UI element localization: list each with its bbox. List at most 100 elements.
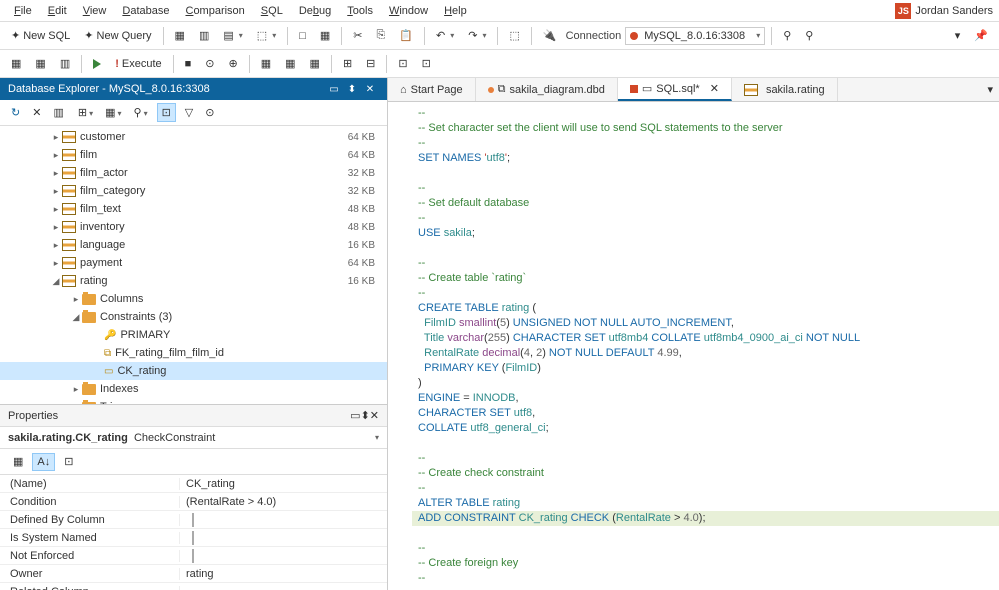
tb-icon[interactable]: ▦ xyxy=(170,26,190,45)
tb-icon[interactable]: ⚲ xyxy=(800,26,818,45)
tb-icon[interactable]: ⊙ xyxy=(200,54,219,73)
tb-icon[interactable]: ▦ xyxy=(30,54,50,73)
menu-tools[interactable]: Tools xyxy=(339,3,381,19)
pin-icon[interactable]: 📌 xyxy=(969,26,993,45)
tb-icon[interactable]: ▦ xyxy=(315,26,335,45)
property-row[interactable]: Is System Named xyxy=(0,529,387,547)
constraint-row[interactable]: ⧉FK_rating_film_film_id xyxy=(0,344,387,362)
tb-icon[interactable]: ▤▾ xyxy=(218,26,247,45)
tb-icon[interactable]: ⊕ xyxy=(224,54,243,73)
properties-toolbar: ▦ A↓ ⊡ xyxy=(0,449,387,475)
close-icon[interactable]: ✕ xyxy=(361,84,379,95)
folder-row[interactable]: ▸Columns xyxy=(0,290,387,308)
tb-icon[interactable]: ▥ xyxy=(55,54,75,73)
menu-sql[interactable]: SQL xyxy=(253,3,291,19)
execute-icon[interactable] xyxy=(88,56,106,72)
explorer-toolbar: ↻ ✕ ▥ ⊞▾ ▦▾ ⚲▾ ⊡ ▽ ⊙ xyxy=(0,100,387,126)
editor-tab[interactable]: ▭ SQL.sql* ✕ xyxy=(618,78,732,101)
menu-debug[interactable]: Debug xyxy=(291,3,339,19)
property-row[interactable]: Not Enforced xyxy=(0,547,387,565)
tb-icon[interactable]: ⚲▾ xyxy=(129,103,153,122)
categorize-icon[interactable]: ▦ xyxy=(8,452,28,471)
menu-database[interactable]: Database xyxy=(114,3,177,19)
tb-icon[interactable]: □ xyxy=(294,27,311,45)
tb-icon[interactable]: ▦▾ xyxy=(100,103,126,122)
sort-icon[interactable]: A↓ xyxy=(32,453,55,471)
cut-icon[interactable]: ✂ xyxy=(348,26,367,45)
tb-icon[interactable]: ⊞ xyxy=(338,54,357,73)
sql-editor[interactable]: ---- Set character set the client will u… xyxy=(388,102,999,590)
pin-icon[interactable]: ⬍ xyxy=(343,84,361,95)
sql-toolbar: ▦ ▦ ▥ ! Execute ■ ⊙ ⊕ ▦ ▦ ▦ ⊞ ⊟ ⊡ ⊡ xyxy=(0,50,999,78)
user-badge: JS xyxy=(895,3,911,19)
tb-icon[interactable]: ⊟ xyxy=(361,54,380,73)
paste-icon[interactable]: 📋 xyxy=(394,26,418,45)
connection-label: Connection xyxy=(566,30,622,42)
menu-edit[interactable]: Edit xyxy=(40,3,75,19)
close-icon[interactable]: ✕ xyxy=(370,409,379,422)
table-row[interactable]: ▸film_actor32 KB xyxy=(0,164,387,182)
connection-dropdown[interactable]: MySQL_8.0.16:3308▾ xyxy=(625,27,765,45)
execute-button[interactable]: ! Execute xyxy=(110,55,166,73)
menu-comparison[interactable]: Comparison xyxy=(177,3,252,19)
table-row[interactable]: ▸film_category32 KB xyxy=(0,182,387,200)
stop-icon[interactable]: ■ xyxy=(180,55,197,73)
editor-tab[interactable]: sakila.rating xyxy=(732,78,838,101)
constraint-row[interactable]: ▭CK_rating xyxy=(0,362,387,380)
tb-icon[interactable]: ⊡ xyxy=(59,452,78,471)
properties-grid: (Name)CK_ratingCondition(RentalRate > 4.… xyxy=(0,475,387,590)
table-row[interactable]: ▸film_text48 KB xyxy=(0,200,387,218)
folder-row[interactable]: ▸Indexes xyxy=(0,380,387,398)
folder-row[interactable]: ◢Constraints (3) xyxy=(0,308,387,326)
table-row[interactable]: ▸customer64 KB xyxy=(0,128,387,146)
tb-icon[interactable]: ⊡ xyxy=(157,103,176,122)
tb-icon[interactable]: ▥ xyxy=(48,103,68,122)
property-row[interactable]: Condition(RentalRate > 4.0) xyxy=(0,493,387,511)
tb-icon[interactable]: ▦ xyxy=(280,54,300,73)
property-row[interactable]: (Name)CK_rating xyxy=(0,475,387,493)
user-name[interactable]: Jordan Sanders xyxy=(915,5,993,17)
menu-view[interactable]: View xyxy=(75,3,115,19)
window-icon[interactable]: ▭ xyxy=(325,84,343,95)
pin-icon[interactable]: ⬍ xyxy=(361,409,370,422)
menu-file[interactable]: File xyxy=(6,3,40,19)
property-row[interactable]: Related Column xyxy=(0,583,387,590)
refresh-icon[interactable]: ↻ xyxy=(6,103,25,122)
close-icon[interactable]: ✕ xyxy=(710,82,719,95)
window-icon[interactable]: ▭ xyxy=(350,409,360,422)
editor-tab[interactable]: ⧉ sakila_diagram.dbd xyxy=(476,78,618,101)
table-row[interactable]: ▸language16 KB xyxy=(0,236,387,254)
close-conn-icon[interactable]: ✕ xyxy=(27,103,46,122)
property-row[interactable]: Defined By Column xyxy=(0,511,387,529)
menu-help[interactable]: Help xyxy=(436,3,475,19)
table-row[interactable]: ◢rating16 KB xyxy=(0,272,387,290)
new-sql-button[interactable]: ✦ New SQL xyxy=(6,26,75,45)
tb-icon[interactable]: ⊙ xyxy=(200,103,219,122)
undo-icon[interactable]: ↶▾ xyxy=(431,26,459,45)
menu-window[interactable]: Window xyxy=(381,3,436,19)
tb-icon[interactable]: ▾ xyxy=(950,26,966,45)
connect-icon[interactable]: 🔌 xyxy=(538,26,562,45)
new-query-button[interactable]: ✦ New Query xyxy=(79,26,156,45)
tb-icon[interactable]: ⬚ xyxy=(504,26,524,45)
redo-icon[interactable]: ↷▾ xyxy=(463,26,491,45)
constraint-row[interactable]: 🔑PRIMARY xyxy=(0,326,387,344)
tab-menu-icon[interactable]: ▾ xyxy=(981,81,999,98)
tb-icon[interactable]: ⬚▾ xyxy=(252,26,281,45)
properties-breadcrumb[interactable]: sakila.rating.CK_rating CheckConstraint … xyxy=(0,427,387,449)
tb-icon[interactable]: ▥ xyxy=(194,26,214,45)
tb-icon[interactable]: ▦ xyxy=(256,54,276,73)
editor-tab[interactable]: ⌂ Start Page xyxy=(388,78,476,101)
tb-icon[interactable]: ▦ xyxy=(305,54,325,73)
property-row[interactable]: Ownerrating xyxy=(0,565,387,583)
tb-icon[interactable]: ⊡ xyxy=(417,54,436,73)
filter-icon[interactable]: ▽ xyxy=(180,103,198,122)
copy-icon[interactable]: ⎘ xyxy=(371,26,390,45)
tb-icon[interactable]: ⚲ xyxy=(778,26,796,45)
table-row[interactable]: ▸payment64 KB xyxy=(0,254,387,272)
tb-icon[interactable]: ⊞▾ xyxy=(73,103,98,122)
table-row[interactable]: ▸film64 KB xyxy=(0,146,387,164)
tb-icon[interactable]: ▦ xyxy=(6,54,26,73)
tb-icon[interactable]: ⊡ xyxy=(393,54,412,73)
table-row[interactable]: ▸inventory48 KB xyxy=(0,218,387,236)
